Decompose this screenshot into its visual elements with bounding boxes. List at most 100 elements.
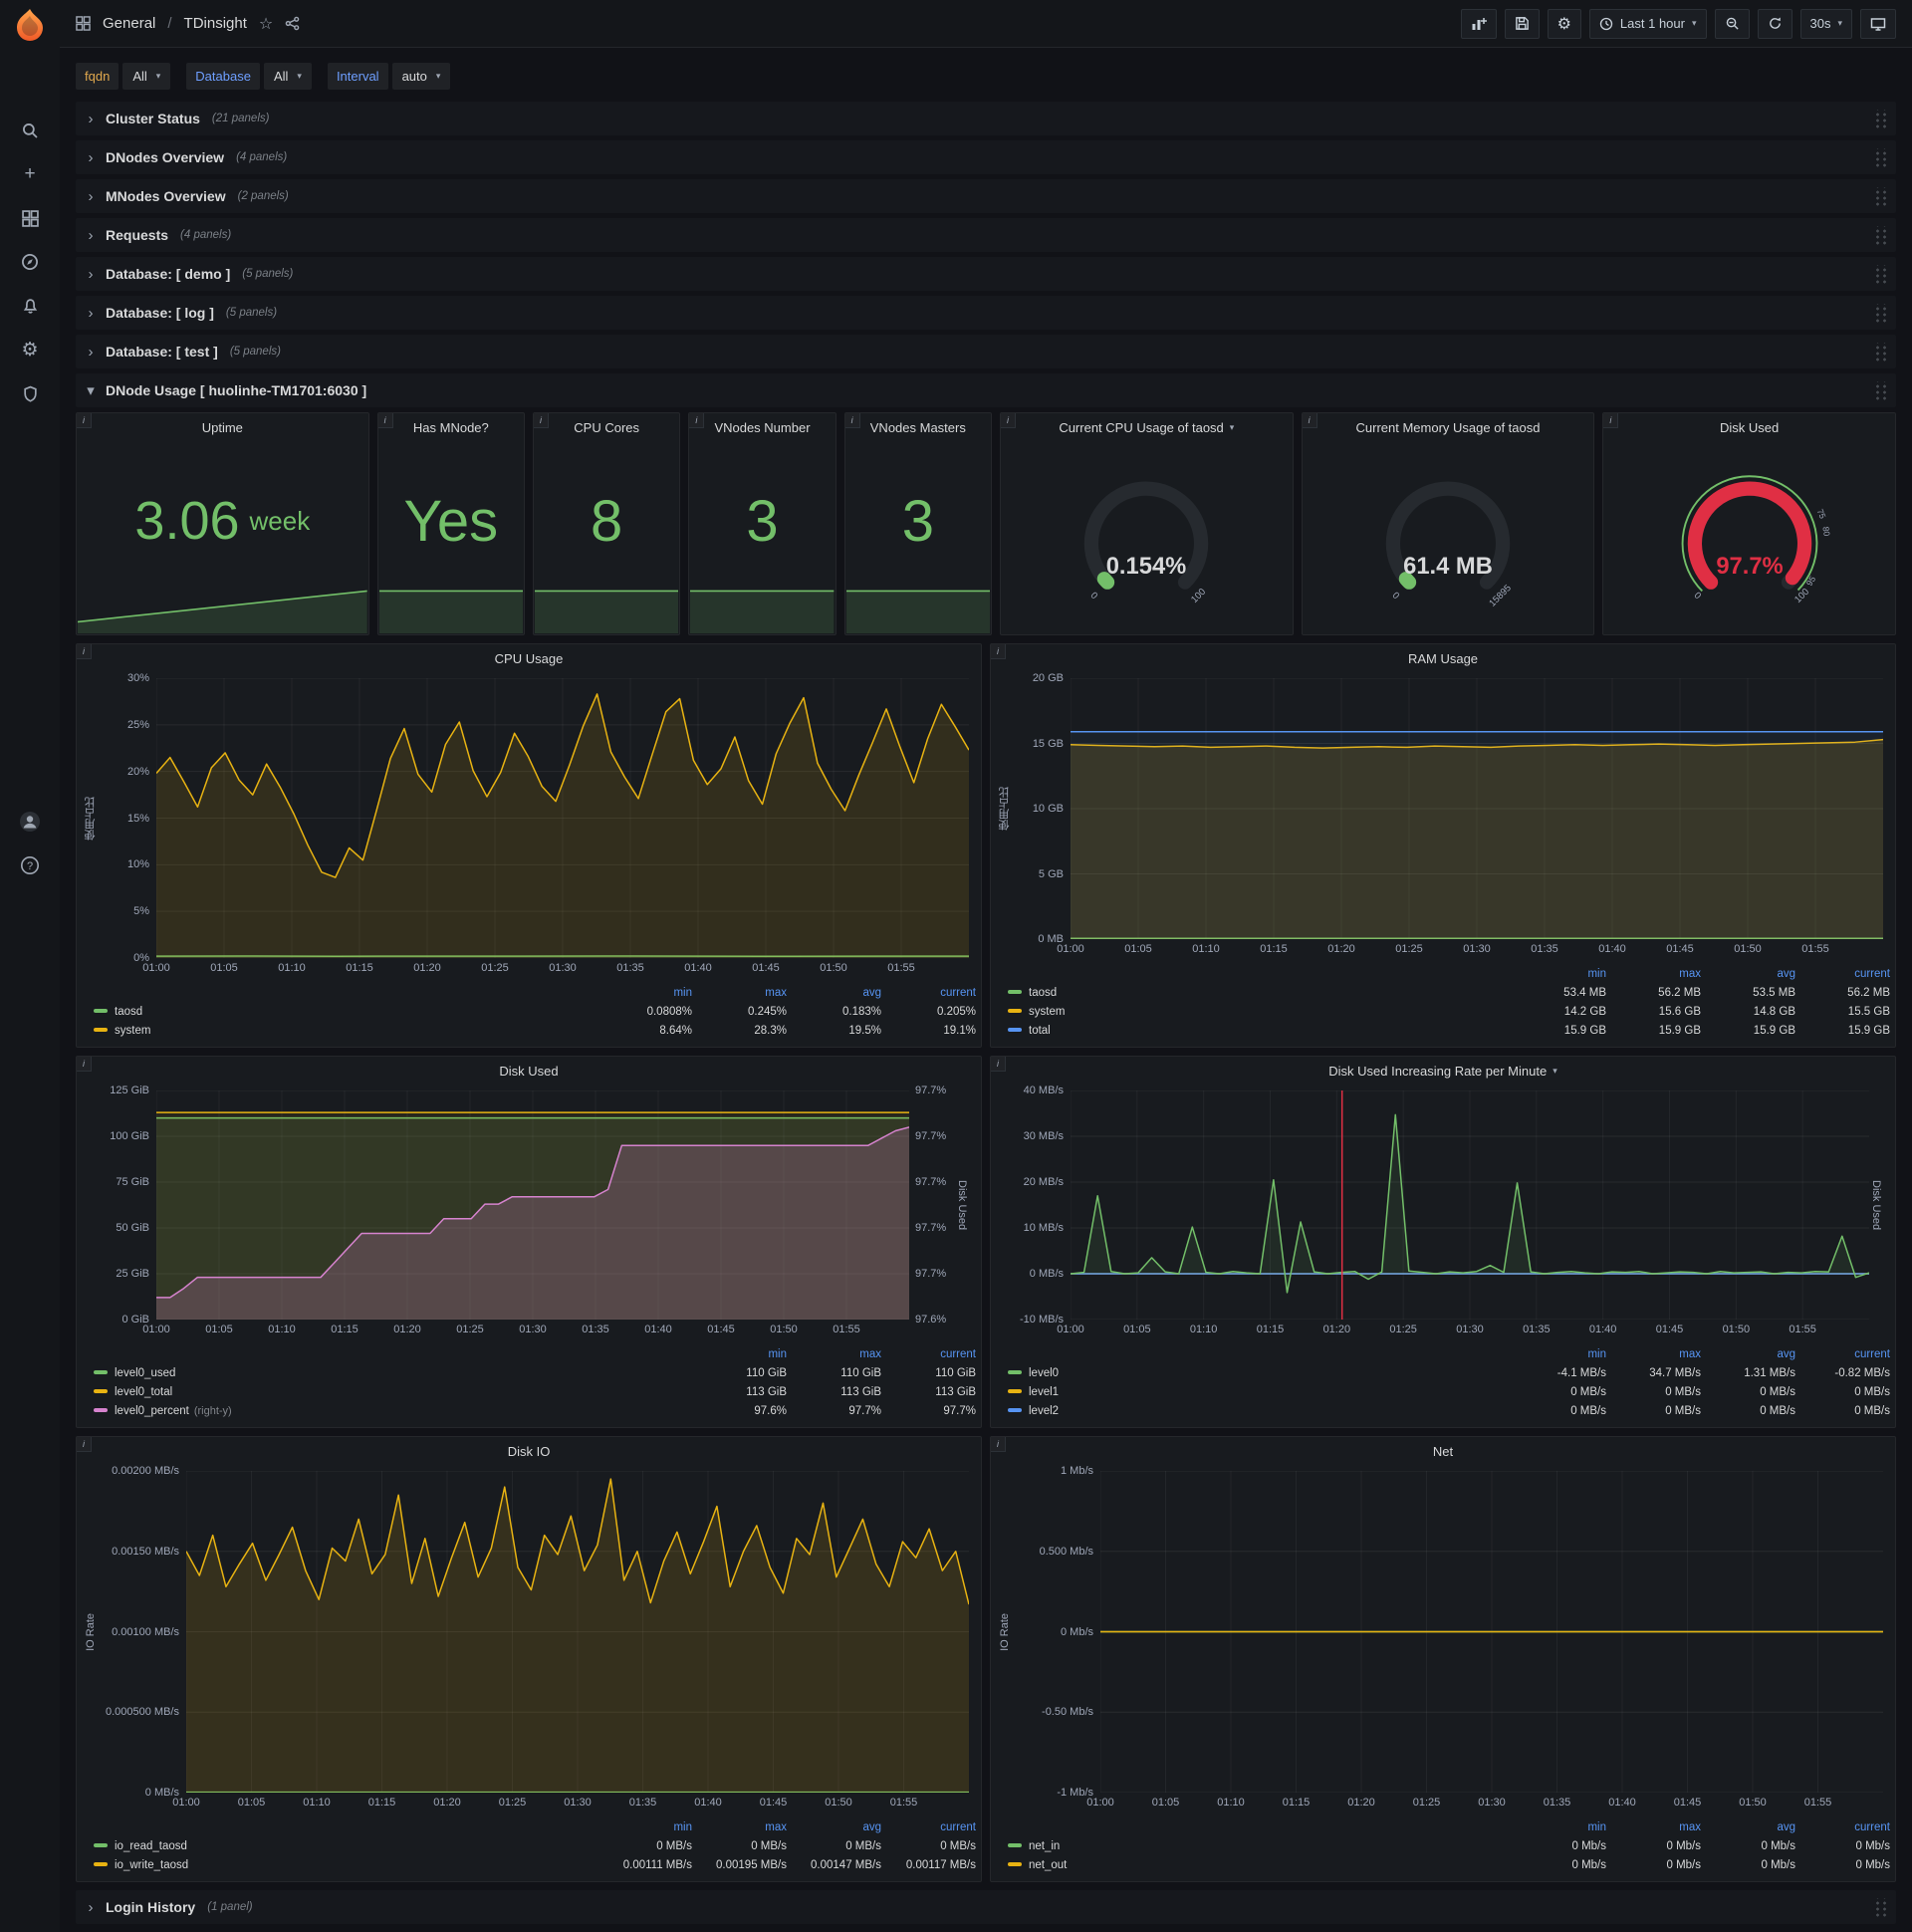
create-plus-icon[interactable]: + [0, 155, 60, 193]
row-drag-handle[interactable] [1873, 1897, 1888, 1917]
legend-series-level1[interactable]: level1 [1007, 1382, 1513, 1401]
legend-column-current[interactable]: current [882, 1344, 977, 1363]
refresh-interval-dropdown[interactable]: 30s ▾ [1799, 8, 1852, 39]
legend-column-min[interactable]: min [598, 983, 693, 1002]
dashboard-row-dnode-usage[interactable]: ▾ DNode Usage [ huolinhe-TM1701:6030 ] [76, 373, 1896, 407]
panel-title[interactable]: CPU Usage [77, 644, 981, 672]
grafana-logo-icon[interactable] [10, 6, 50, 46]
row-drag-handle[interactable] [1873, 303, 1888, 323]
legend-column-max[interactable]: max [1607, 1344, 1702, 1363]
legend-column-current[interactable]: current [1796, 1817, 1891, 1836]
row-drag-handle[interactable] [1873, 186, 1888, 206]
refresh-button[interactable] [1757, 8, 1792, 39]
panel-info-icon[interactable]: i [77, 644, 92, 659]
panel-info-icon[interactable]: i [689, 413, 705, 428]
panel-title[interactable]: Disk IO [77, 1437, 981, 1465]
legend-column-avg[interactable]: avg [1702, 964, 1796, 983]
legend-column-max[interactable]: max [693, 1817, 788, 1836]
dashboard-row-mnodes-overview[interactable]: › MNodes Overview (2 panels) [76, 179, 1896, 213]
panel-title[interactable]: Net [991, 1437, 1895, 1465]
help-icon[interactable]: ? [0, 846, 60, 884]
time-range-picker[interactable]: Last 1 hour ▾ [1588, 8, 1707, 39]
legend-series-io-write-taosd[interactable]: io_write_taosd [93, 1855, 598, 1874]
legend-column-max[interactable]: max [788, 1344, 882, 1363]
panel-info-icon[interactable]: i [1000, 413, 1016, 428]
breadcrumb-dashboard[interactable]: TDinsight [184, 15, 247, 32]
panel-info-icon[interactable]: i [77, 1437, 92, 1452]
panel-info-icon[interactable]: i [77, 1057, 92, 1072]
dashboard-row-cluster-status[interactable]: › Cluster Status (21 panels) [76, 102, 1896, 135]
legend-series-system[interactable]: system [93, 1021, 598, 1040]
share-icon[interactable] [285, 16, 300, 31]
row-drag-handle[interactable] [1873, 147, 1888, 167]
row-drag-handle[interactable] [1873, 342, 1888, 362]
explore-compass-icon[interactable] [0, 243, 60, 281]
dashboards-icon[interactable] [0, 199, 60, 237]
dashboard-grid-icon[interactable] [76, 16, 91, 31]
panel-info-icon[interactable]: i [377, 413, 393, 428]
legend-series-taosd[interactable]: taosd [93, 1002, 598, 1021]
dashboard-row-database-demo[interactable]: › Database: [ demo ] (5 panels) [76, 257, 1896, 291]
panel-title[interactable]: RAM Usage [991, 644, 1895, 672]
row-drag-handle[interactable] [1873, 380, 1888, 400]
legend-series-level0[interactable]: level0 [1007, 1363, 1513, 1382]
panel-title[interactable]: Has MNode? [378, 413, 524, 441]
legend-series-level0-used[interactable]: level0_used [93, 1363, 693, 1382]
panel-title[interactable]: Disk Used [77, 1057, 981, 1085]
row-drag-handle[interactable] [1873, 264, 1888, 284]
user-avatar[interactable] [0, 803, 60, 841]
dashboard-row-login-history[interactable]: › Login History (1 panel) [76, 1890, 1896, 1924]
panel-info-icon[interactable]: i [844, 413, 860, 428]
panel-info-icon[interactable]: i [1603, 413, 1619, 428]
legend-column-avg[interactable]: avg [1702, 1817, 1796, 1836]
panel-title[interactable]: Disk Used [1603, 413, 1895, 441]
dashboard-settings-gear-icon[interactable]: ⚙ [1547, 8, 1581, 39]
legend-column-current[interactable]: current [1796, 964, 1891, 983]
add-panel-button[interactable] [1460, 8, 1497, 39]
zoom-out-button[interactable] [1714, 8, 1750, 39]
legend-series-io-read-taosd[interactable]: io_read_taosd [93, 1836, 598, 1855]
legend-series-total[interactable]: total [1007, 1021, 1513, 1040]
panel-title[interactable]: VNodes Number [689, 413, 835, 441]
panel-info-icon[interactable]: i [77, 413, 92, 428]
legend-series-taosd[interactable]: taosd [1007, 983, 1513, 1002]
panel-title[interactable]: Uptime [77, 413, 368, 441]
legend-column-min[interactable]: min [1513, 1817, 1607, 1836]
legend-series-level2[interactable]: level2 [1007, 1401, 1513, 1420]
panel-info-icon[interactable]: i [534, 413, 549, 428]
legend-column-max[interactable]: max [1607, 964, 1702, 983]
legend-column-max[interactable]: max [693, 983, 788, 1002]
legend-column-current[interactable]: current [1796, 1344, 1891, 1363]
star-icon[interactable]: ☆ [259, 14, 273, 34]
dashboard-row-database-test[interactable]: › Database: [ test ] (5 panels) [76, 335, 1896, 368]
panel-info-icon[interactable]: i [1302, 413, 1317, 428]
legend-column-max[interactable]: max [1607, 1817, 1702, 1836]
legend-column-min[interactable]: min [598, 1817, 693, 1836]
legend-column-current[interactable]: current [882, 1817, 977, 1836]
variable-value-dropdown[interactable]: All ▾ [263, 62, 312, 90]
panel-title[interactable]: CPU Cores [534, 413, 679, 441]
legend-column-avg[interactable]: avg [788, 1817, 882, 1836]
variable-value-dropdown[interactable]: auto ▾ [391, 62, 451, 90]
configuration-gear-icon[interactable]: ⚙ [0, 331, 60, 368]
dashboard-row-requests[interactable]: › Requests (4 panels) [76, 218, 1896, 252]
legend-series-net-out[interactable]: net_out [1007, 1855, 1513, 1874]
panel-title[interactable]: Disk Used Increasing Rate per Minute ▾ [991, 1057, 1895, 1085]
legend-series-system[interactable]: system [1007, 1002, 1513, 1021]
alerting-bell-icon[interactable] [0, 287, 60, 325]
panel-info-icon[interactable]: i [991, 1437, 1006, 1452]
admin-shield-icon[interactable] [0, 374, 60, 412]
variable-value-dropdown[interactable]: All ▾ [122, 62, 171, 90]
cycle-view-mode-button[interactable] [1860, 8, 1896, 39]
breadcrumb-folder[interactable]: General [103, 15, 155, 32]
save-dashboard-button[interactable] [1504, 8, 1540, 39]
panel-title[interactable]: Current Memory Usage of taosd [1303, 413, 1594, 441]
legend-column-avg[interactable]: avg [788, 983, 882, 1002]
search-icon[interactable] [0, 112, 60, 149]
row-drag-handle[interactable] [1873, 225, 1888, 245]
dashboard-row-dnodes-overview[interactable]: › DNodes Overview (4 panels) [76, 140, 1896, 174]
panel-info-icon[interactable]: i [991, 644, 1006, 659]
legend-column-min[interactable]: min [1513, 1344, 1607, 1363]
legend-column-current[interactable]: current [882, 983, 977, 1002]
panel-title[interactable]: Current CPU Usage of taosd ▾ [1001, 413, 1293, 441]
